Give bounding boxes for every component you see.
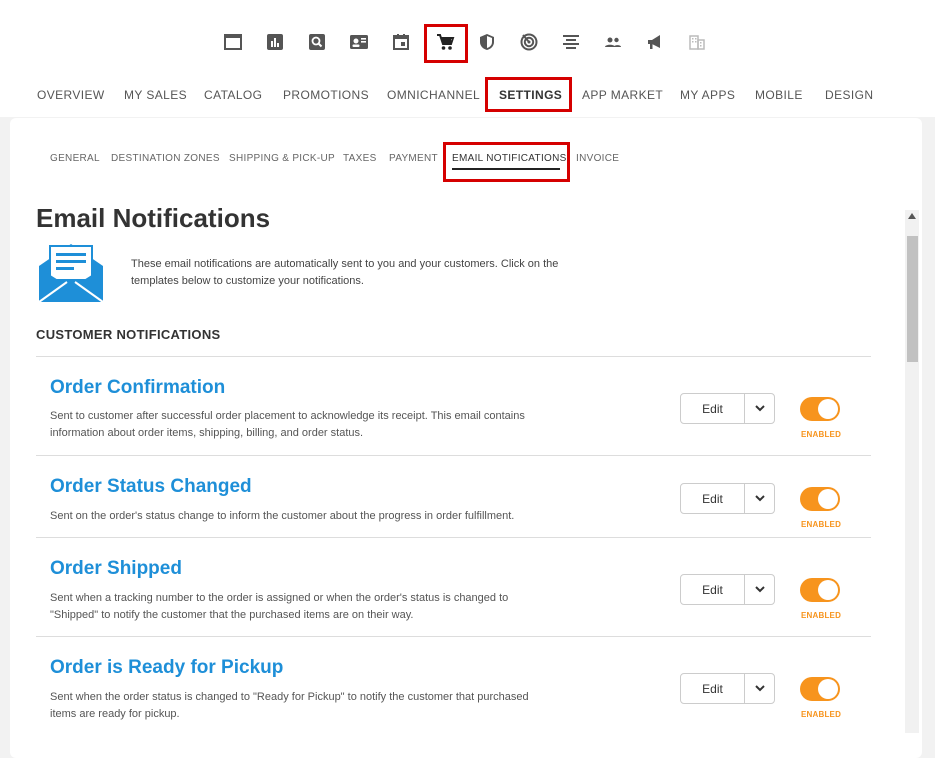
toggle-knob — [818, 489, 838, 509]
window-icon[interactable] — [222, 31, 244, 53]
enabled-toggle[interactable] — [800, 578, 840, 602]
contact-card-icon[interactable] — [348, 31, 370, 53]
enabled-toggle[interactable] — [800, 397, 840, 421]
notification-description: Sent when a tracking number to the order… — [50, 592, 509, 621]
section-title: CUSTOMER NOTIFICATIONS — [36, 327, 221, 342]
settings-highlight-box — [485, 77, 572, 112]
nav-item-promotions[interactable]: PROMOTIONS — [283, 88, 369, 102]
divider — [36, 455, 871, 456]
status-label: ENABLED — [801, 611, 842, 620]
chevron-down-icon[interactable] — [745, 484, 774, 513]
page-title: Email Notifications — [36, 203, 271, 233]
email-notifications-highlight-box — [443, 142, 570, 182]
chart-icon[interactable] — [264, 31, 286, 53]
scrollbar-thumb[interactable] — [907, 236, 918, 362]
nav-item-mobile[interactable]: MOBILE — [755, 88, 803, 102]
chevron-down-icon[interactable] — [745, 575, 774, 604]
edit-button-group: Edit — [680, 393, 775, 424]
envelope-icon — [37, 240, 105, 309]
toggle-knob — [818, 679, 838, 699]
status-label: ENABLED — [801, 520, 842, 529]
enabled-toggle[interactable] — [800, 487, 840, 511]
notification-title[interactable]: Order is Ready for Pickup — [50, 657, 283, 679]
edit-button-group: Edit — [680, 574, 775, 605]
people-icon[interactable] — [602, 31, 624, 53]
edit-button[interactable]: Edit — [681, 394, 745, 423]
edit-button-group: Edit — [680, 483, 775, 514]
toggle-knob — [818, 399, 838, 419]
main-nav: OVERVIEW MY SALES CATALOG PROMOTIONS OMN… — [0, 72, 935, 117]
status-label: ENABLED — [801, 710, 842, 719]
tab-shipping-pickup[interactable]: SHIPPING & PICK-UP — [229, 153, 335, 164]
tab-taxes[interactable]: TAXES — [343, 153, 377, 164]
tab-payment[interactable]: PAYMENT — [389, 153, 438, 164]
edit-button-group: Edit — [680, 673, 775, 704]
shield-icon[interactable] — [476, 31, 498, 53]
search-icon[interactable] — [306, 31, 328, 53]
notification-title[interactable]: Order Status Changed — [50, 476, 252, 498]
scroll-up-arrow-icon[interactable] — [908, 213, 916, 219]
tab-general[interactable]: GENERAL — [50, 153, 100, 164]
toggle-knob — [818, 580, 838, 600]
nav-item-catalog[interactable]: CATALOG — [204, 88, 262, 102]
radar-icon[interactable] — [518, 31, 540, 53]
notification-description: Sent when the order status is changed to… — [50, 691, 529, 720]
edit-button[interactable]: Edit — [681, 575, 745, 604]
nav-item-my-sales[interactable]: MY SALES — [124, 88, 187, 102]
notification-title[interactable]: Order Confirmation — [50, 377, 225, 399]
nav-item-omnichannel[interactable]: OMNICHANNEL — [387, 88, 480, 102]
tab-destination-zones[interactable]: DESTINATION ZONES — [111, 153, 220, 164]
nav-item-overview[interactable]: OVERVIEW — [37, 88, 105, 102]
divider — [36, 537, 871, 538]
chevron-down-icon[interactable] — [745, 674, 774, 703]
edit-button[interactable]: Edit — [681, 484, 745, 513]
divider — [36, 636, 871, 637]
top-icon-bar — [0, 0, 935, 80]
enabled-toggle[interactable] — [800, 677, 840, 701]
chevron-down-icon[interactable] — [745, 394, 774, 423]
calendar-icon[interactable] — [390, 31, 412, 53]
edit-button[interactable]: Edit — [681, 674, 745, 703]
building-icon[interactable] — [686, 31, 708, 53]
nav-item-design[interactable]: DESIGN — [825, 88, 873, 102]
cart-icon-highlight-box — [424, 24, 468, 63]
notification-description: Sent to customer after successful order … — [50, 410, 525, 439]
notification-title[interactable]: Order Shipped — [50, 558, 182, 580]
notification-description: Sent on the order's status change to inf… — [50, 510, 515, 522]
status-label: ENABLED — [801, 430, 842, 439]
divider — [36, 356, 871, 357]
nav-item-app-market[interactable]: APP MARKET — [582, 88, 663, 102]
megaphone-icon[interactable] — [644, 31, 666, 53]
align-center-icon[interactable] — [560, 31, 582, 53]
tab-invoice[interactable]: INVOICE — [576, 153, 619, 164]
nav-item-my-apps[interactable]: MY APPS — [680, 88, 735, 102]
intro-text: These email notifications are automatica… — [131, 258, 559, 287]
